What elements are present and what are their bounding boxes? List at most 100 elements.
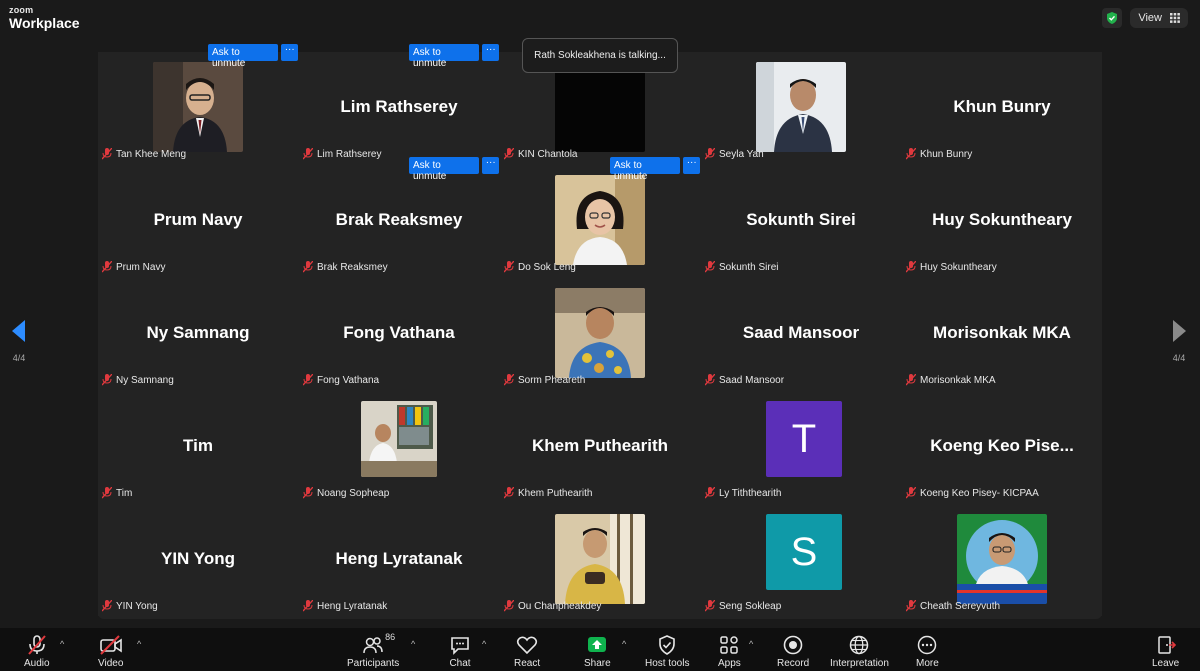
react-button[interactable]: React [514,634,540,669]
next-page-button[interactable]: 4/4 [1164,320,1194,363]
interpretation-button[interactable]: Interpretation [830,634,889,669]
more-options-button[interactable]: ··· [683,157,700,174]
participant-display-name: Khun Bunry [953,97,1051,116]
ask-to-unmute-button[interactable]: Ask to unmute [208,44,279,69]
participant-tile[interactable]: Noang Sopheap [299,391,499,503]
participant-name: Huy Sokuntheary [920,261,997,273]
participant-name: Khem Puthearith [518,487,593,499]
participant-tile[interactable]: Sorm Pheareth [500,278,700,390]
react-label: React [514,658,541,669]
chat-icon [451,637,469,655]
participant-name: Noang Sopheap [317,487,390,499]
participant-tile[interactable]: Saad Mansoor Saad Mansoor [701,278,901,390]
apps-options-caret[interactable]: ^ [749,639,753,649]
participant-tile[interactable]: YIN Yong YIN Yong [98,504,298,616]
audio-options-caret[interactable]: ^ [60,639,64,649]
participant-name: Brak Reaksmey [317,261,388,273]
participants-options-caret[interactable]: ^ [411,639,415,649]
participant-tile[interactable]: S Seng Sokleap [701,504,901,616]
participant-tile[interactable]: Prum Navy Prum Navy [98,165,298,277]
participant-name: Tan Khee Meng [116,148,187,160]
mic-muted-icon [102,487,112,499]
mic-muted-icon [504,487,514,499]
audio-button[interactable]: Audio [24,634,50,669]
participant-tile[interactable]: Ou Chanpheakdey [500,504,700,616]
participants-button[interactable]: 86 Participants [347,632,400,669]
more-options-button[interactable]: ··· [482,44,499,61]
globe-icon [850,635,869,655]
chevron-left-icon [12,320,25,342]
mic-muted-icon [28,635,46,655]
ask-to-unmute-button[interactable]: Ask to unmute [409,44,480,69]
mic-muted-icon [504,148,514,160]
participant-tile[interactable]: Tan Khee Meng Ask to unmute ··· [98,44,298,164]
mic-muted-icon [102,148,112,160]
participant-tile[interactable]: Morisonkak MKA Morisonkak MKA [902,278,1102,390]
chat-label: Chat [449,658,471,669]
participant-tile[interactable]: Lim Rathserey Lim Rathserey Ask to unmut… [299,44,499,164]
ask-to-unmute-group[interactable]: Ask to unmute ··· [409,44,499,69]
chat-options-caret[interactable]: ^ [482,639,486,649]
participant-name: Ou Chanpheakdey [518,600,602,612]
mic-muted-icon [102,261,112,273]
mic-muted-icon [504,261,514,273]
participant-tile[interactable]: Do Sok Leng Ask to unmute ··· [500,157,700,277]
participant-tile[interactable]: Tim Tim [98,391,298,503]
participant-tile[interactable]: Khun Bunry Khun Bunry [902,52,1102,164]
brand-line2: Workplace [9,15,80,31]
participant-tile[interactable]: Huy Sokuntheary Huy Sokuntheary [902,165,1102,277]
talking-indicator: Rath Sokleakhena is talking... [522,38,678,73]
participant-name: Lim Rathserey [317,148,382,160]
participant-display-name: Saad Mansoor [742,323,860,342]
heart-icon [516,636,538,655]
participant-tile[interactable]: Seyla Yan [701,52,901,164]
participant-tile[interactable]: Ny Samnang Ny Samnang [98,278,298,390]
mic-muted-icon [303,148,313,160]
participant-display-name: Ny Samnang [146,323,250,342]
view-button[interactable]: View [1130,8,1188,28]
participant-video [153,62,243,152]
ask-to-unmute-group[interactable]: Ask to unmute ··· [610,157,700,182]
participant-tile[interactable]: Cheath Sereyvuth [902,504,1102,616]
participant-name: Tim [116,487,133,499]
video-options-caret[interactable]: ^ [137,639,141,649]
record-button[interactable]: Record [777,634,809,669]
participant-name: Seng Sokleap [719,600,782,612]
participants-label: Participants [347,658,400,669]
video-button[interactable]: Video [98,634,123,669]
share-button[interactable]: Share [584,634,611,669]
participant-display-name: Prum Navy [153,210,243,229]
mic-muted-icon [102,600,112,612]
participant-tile[interactable]: Heng Lyratanak Heng Lyratanak [299,504,499,616]
mic-muted-icon [303,600,313,612]
ask-to-unmute-button[interactable]: Ask to unmute [409,157,480,182]
more-options-button[interactable]: ··· [281,44,298,61]
participant-tile[interactable]: Fong Vathana Fong Vathana [299,278,499,390]
encryption-shield-icon[interactable] [1102,8,1123,28]
prev-page-button[interactable]: 4/4 [4,320,34,363]
participant-tile[interactable]: Koeng Keo Pise... Koeng Keo Pisey- KICPA… [902,391,1102,503]
chevron-right-icon [1173,320,1186,342]
participant-tile[interactable]: Brak Reaksmey Brak Reaksmey Ask to unmut… [299,157,499,277]
participant-name: Morisonkak MKA [920,374,996,386]
apps-button[interactable]: Apps [718,634,741,669]
participant-display-name: YIN Yong [161,549,235,568]
leave-button[interactable]: Leave [1152,634,1179,669]
chat-button[interactable]: Chat [449,634,471,669]
host-tools-button[interactable]: Host tools [645,634,689,669]
ask-to-unmute-group[interactable]: Ask to unmute ··· [409,157,499,182]
more-options-button[interactable]: ··· [482,157,499,174]
ask-to-unmute-button[interactable]: Ask to unmute [610,157,681,182]
participant-display-name: Sokunth Sirei [746,210,856,229]
mic-muted-icon [102,374,112,386]
participant-tile[interactable]: Sokunth Sirei Sokunth Sirei [701,165,901,277]
apps-icon [720,636,739,654]
participant-tile[interactable]: T Ly Tiththearith [701,391,901,503]
mic-muted-icon [906,261,916,273]
ask-to-unmute-group[interactable]: Ask to unmute ··· [208,44,298,69]
share-options-caret[interactable]: ^ [622,639,626,649]
share-screen-icon [588,637,607,652]
more-button[interactable]: More [916,634,939,669]
zoom-logo: zoom Workplace [9,6,80,31]
participant-tile[interactable]: Khem Puthearith Khem Puthearith [500,391,700,503]
